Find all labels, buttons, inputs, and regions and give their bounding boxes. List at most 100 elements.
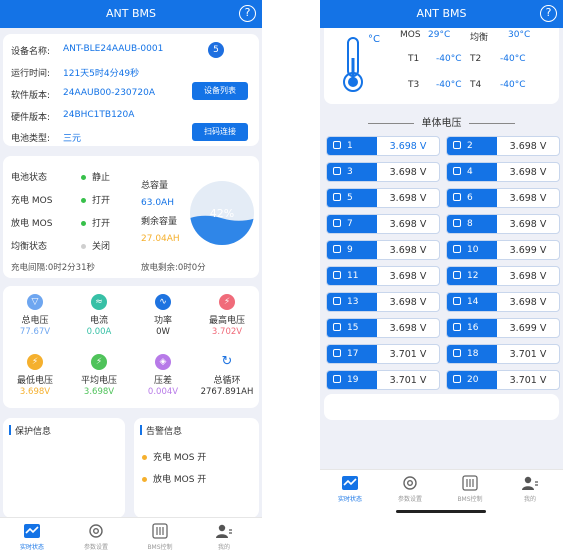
metric-item: ◈ 压差 0.004V	[132, 354, 194, 397]
cell-voltage: 3.699 V	[509, 245, 547, 256]
soc-percent: 42%	[210, 207, 234, 220]
bolt-icon: ⚡	[219, 294, 235, 310]
balance-temp-label: 均衡	[470, 33, 489, 43]
cell-index: 9	[327, 241, 377, 259]
battery-cell-icon	[333, 349, 341, 357]
cell-voltage: 3.698 V	[509, 167, 547, 178]
gear-icon	[89, 524, 103, 538]
cell-index: 19	[327, 371, 377, 389]
hardware-version-label: 硬件版本:	[11, 113, 51, 123]
nav-label: 参数设置	[397, 496, 422, 503]
bolt-icon: ⚡	[27, 354, 43, 370]
t2-value: -40°C	[500, 54, 526, 64]
t3-value: -40°C	[436, 80, 462, 90]
discharge-mos-item: 打开	[81, 216, 110, 229]
nav-bms-control[interactable]: BMS控制	[440, 474, 500, 503]
triangle-down-icon: ▽	[27, 294, 43, 310]
balance-status-value: 关闭	[92, 242, 111, 252]
nav-label: 我的	[523, 496, 536, 503]
cell-index: 7	[327, 215, 377, 233]
user-icon	[216, 524, 232, 538]
runtime-label: 运行时间:	[11, 69, 51, 79]
battery-cell-icon	[453, 167, 461, 175]
charge-mos-item: 打开	[81, 193, 110, 206]
scan-connect-button[interactable]: 扫码连接	[192, 123, 248, 141]
cell-index: 2	[447, 137, 497, 155]
metric-name: 最低电压	[16, 376, 53, 386]
t2-label: T2	[470, 54, 482, 64]
wave-icon: ≈	[91, 294, 107, 310]
realtime-icon	[342, 476, 358, 490]
nav-realtime-status[interactable]: 实时状态	[2, 522, 62, 551]
cell-number: 4	[467, 167, 473, 177]
status-dot-icon	[81, 198, 86, 203]
app-title: ANT BMS	[416, 7, 467, 20]
metric-item: ⚡ 最高电压 3.702V	[196, 294, 258, 337]
nav-realtime-status[interactable]: 实时状态	[320, 474, 380, 503]
device-list-button[interactable]: 设备列表	[192, 82, 248, 100]
battery-status-value: 静止	[92, 173, 111, 183]
cell-voltage: 3.698 V	[509, 193, 547, 204]
alarm-info-card: 告警信息 充电 MOS 开 放电 MOS 开	[134, 418, 259, 518]
help-icon[interactable]: ?	[540, 5, 557, 22]
app-header: ANT BMS ?	[320, 0, 563, 28]
cell-voltage-item: 2 3.698 V	[446, 136, 560, 156]
section-marker	[9, 425, 11, 435]
cell-number: 17	[347, 349, 359, 359]
status-dot-icon	[81, 175, 86, 180]
cell-index: 15	[327, 319, 377, 337]
software-version-value: 24AAUB00-230720A	[63, 88, 155, 98]
nav-my[interactable]: 我的	[194, 522, 254, 551]
cell-voltage: 3.698 V	[389, 193, 427, 204]
cell-voltage: 3.698 V	[509, 271, 547, 282]
home-indicator	[396, 510, 486, 513]
battery-cell-icon	[453, 219, 461, 227]
temperature-card: °C MOS 29°C 均衡 30°C T1 -40°C T2 -40°C T3…	[324, 28, 559, 104]
remaining-capacity-label: 剩余容量	[141, 217, 178, 227]
cell-voltage-item: 1 3.698 V	[326, 136, 440, 156]
metric-item: ≈ 电流 0.00A	[68, 294, 130, 337]
device-count-badge: 5	[208, 42, 224, 58]
sliders-icon	[152, 523, 168, 539]
cell-voltage: 3.701 V	[509, 349, 547, 360]
metric-value: 0.00A	[86, 327, 112, 337]
battery-status-card: 电池状态 静止 充电 MOS 打开 放电 MOS 打开 均衡状态 关闭 总容量 …	[3, 156, 259, 278]
nav-my[interactable]: 我的	[500, 474, 560, 503]
status-dot-icon	[81, 244, 86, 249]
help-icon[interactable]: ?	[239, 5, 256, 22]
cell-index: 12	[447, 267, 497, 285]
metric-item: ▽ 总电压 77.67V	[4, 294, 66, 337]
cell-voltage-item: 7 3.698 V	[326, 214, 440, 234]
battery-cell-icon	[333, 245, 341, 253]
nav-label: 实时状态	[19, 544, 44, 551]
battery-cell-icon	[453, 323, 461, 331]
cell-voltage-item: 8 3.698 V	[446, 214, 560, 234]
alarm-item: 充电 MOS 开	[142, 450, 206, 463]
total-capacity-label: 总容量	[141, 181, 169, 191]
app-header: ANT BMS ?	[0, 0, 262, 28]
alarm-text: 放电 MOS 开	[153, 475, 207, 485]
metric-value: 3.698V	[19, 387, 51, 397]
cell-number: 11	[347, 271, 359, 281]
battery-cell-icon	[333, 297, 341, 305]
battery-cell-icon	[453, 141, 461, 149]
cell-voltage-item: 17 3.701 V	[326, 344, 440, 364]
battery-cell-icon	[453, 245, 461, 253]
user-icon	[522, 476, 538, 490]
metric-name: 压差	[153, 376, 172, 386]
cell-voltage-item: 13 3.698 V	[326, 292, 440, 312]
cell-voltage-item: 12 3.698 V	[446, 266, 560, 286]
alarm-text: 充电 MOS 开	[153, 453, 207, 463]
cell-number: 8	[467, 219, 473, 229]
metric-value: 3.702V	[211, 327, 243, 337]
nav-parameter-settings[interactable]: 参数设置	[66, 522, 126, 551]
nav-bms-control[interactable]: BMS控制	[130, 522, 190, 551]
nav-label: 我的	[217, 544, 230, 551]
cell-index: 16	[447, 319, 497, 337]
protection-info-title: 保护信息	[15, 427, 52, 437]
total-capacity-value: 63.0AH	[141, 198, 174, 208]
cell-number: 15	[347, 323, 359, 333]
nav-parameter-settings[interactable]: 参数设置	[380, 474, 440, 503]
t3-label: T3	[408, 80, 420, 90]
bottom-nav: 实时状态 参数设置 BMS控制 我的	[320, 469, 563, 517]
